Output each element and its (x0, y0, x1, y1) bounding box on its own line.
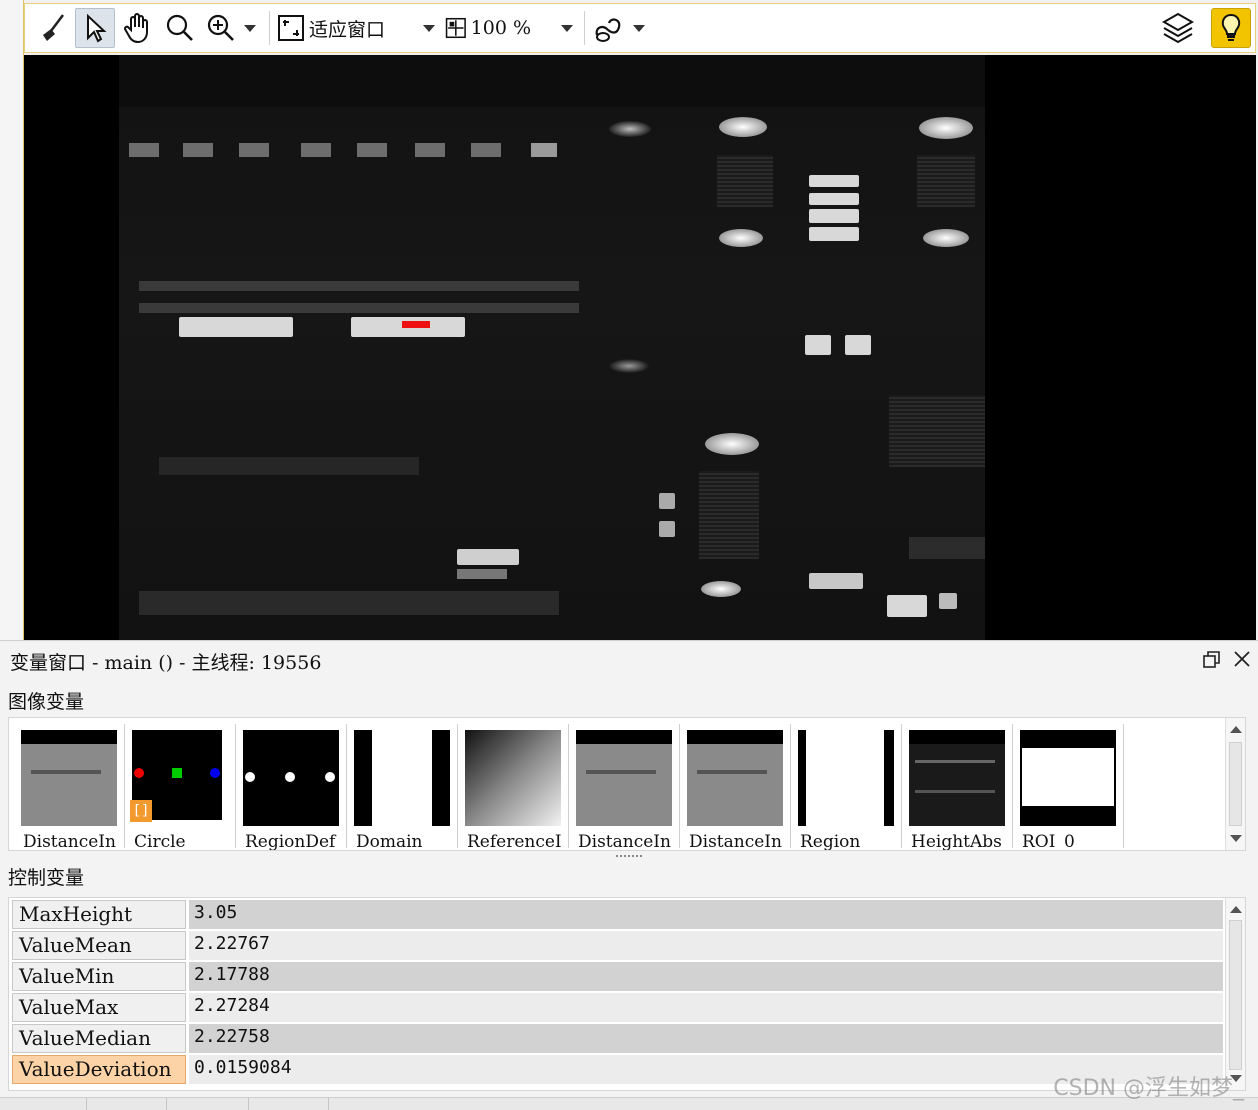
image-var-thumb[interactable]: DistanceIn (683, 724, 791, 851)
left-dock-strip (0, 0, 24, 640)
toolbar-divider (584, 11, 585, 45)
image-var-label: RegionDef (245, 832, 336, 851)
zoom-in-button[interactable] (203, 8, 259, 48)
thumbnail-image (354, 730, 450, 826)
hint-bulb-button[interactable] (1211, 8, 1251, 48)
layers-icon (1161, 12, 1195, 44)
hand-icon (124, 13, 148, 44)
table-row[interactable]: ValueMax 2.27284 (9, 991, 1225, 1022)
graphics-window-canvas[interactable] (24, 55, 1256, 640)
image-vars-scrollbar[interactable] (1225, 718, 1245, 850)
image-var-thumb[interactable]: HeightAbs (905, 724, 1013, 851)
image-var-thumb[interactable]: DistanceIn (572, 724, 680, 851)
image-var-thumb[interactable]: [] Circle (128, 724, 236, 851)
image-var-label: ReferenceI (467, 832, 562, 851)
image-var-label: HeightAbs (911, 832, 1002, 851)
chevron-down-icon (633, 24, 645, 32)
control-vars-table: MaxHeight 3.05 ValueMean 2.22767 ValueMi… (8, 897, 1246, 1091)
image-var-thumb[interactable]: ROI_0 (1016, 724, 1124, 851)
clear-broom-button[interactable] (35, 8, 71, 48)
chevron-down-icon (244, 24, 256, 32)
image-var-thumb[interactable]: DistanceIn (17, 724, 125, 851)
image-var-label: DistanceIn (23, 832, 116, 851)
chevron-down-icon (423, 24, 436, 32)
var-name[interactable]: ValueDeviation (12, 1055, 186, 1084)
zoom-factor-icon (445, 17, 466, 39)
pointer-icon (87, 13, 107, 43)
watermark: CSDN @浮生如梦_ (1053, 1076, 1244, 1101)
bottom-tab[interactable] (86, 1098, 166, 1110)
table-row-selected[interactable]: ValueDeviation 0.0159084 (9, 1053, 1225, 1084)
var-value[interactable]: 2.22758 (189, 1024, 1223, 1053)
image-var-label: Region (800, 832, 861, 851)
lightbulb-icon (1221, 13, 1241, 41)
var-value[interactable]: 3.05 (189, 900, 1223, 929)
thumbnail-image (687, 730, 783, 826)
image-var-thumb[interactable]: Domain (350, 724, 458, 851)
layers-button[interactable] (1161, 10, 1195, 50)
close-icon[interactable] (1232, 649, 1252, 669)
table-row[interactable]: ValueMean 2.22767 (9, 929, 1225, 960)
pan-hand-button[interactable] (119, 8, 157, 48)
height-image-pcb (119, 55, 985, 640)
scroll-down-icon[interactable] (1230, 835, 1242, 842)
scroll-up-icon[interactable] (1230, 906, 1242, 913)
var-name[interactable]: MaxHeight (12, 900, 186, 929)
control-vars-scrollbar[interactable] (1225, 898, 1245, 1090)
bottom-tab[interactable] (166, 1098, 246, 1110)
splitter-grip[interactable] (616, 855, 642, 858)
table-row[interactable]: ValueMin 2.17788 (9, 960, 1225, 991)
var-name[interactable]: ValueMedian (12, 1024, 186, 1053)
bottom-tab[interactable] (248, 1098, 328, 1110)
image-var-label: Circle (134, 832, 186, 851)
freehand-shape-icon (595, 18, 621, 42)
image-var-thumb[interactable]: RegionDef (239, 724, 347, 851)
image-var-label: DistanceIn (689, 832, 782, 851)
bottom-tab[interactable] (328, 1098, 408, 1110)
graphics-toolbar: 适应窗口 100 % (24, 3, 1256, 53)
broom-icon (43, 14, 64, 41)
image-var-label: Domain (356, 832, 423, 851)
window-controls (1202, 649, 1252, 669)
variables-window: 变量窗口 - main () - 主线程: 19556 图像变量 Distanc… (0, 640, 1258, 1110)
region-marker-icon: [] (130, 800, 152, 822)
float-window-icon[interactable] (1202, 649, 1222, 669)
zoom-in-icon (207, 14, 234, 41)
thumbnail-image (21, 730, 117, 826)
fit-window-icon (278, 15, 304, 41)
image-var-label: DistanceIn (578, 832, 671, 851)
var-name[interactable]: ValueMax (12, 993, 186, 1022)
control-vars-section-label: 控制变量 (8, 867, 85, 889)
select-pointer-button[interactable] (75, 8, 115, 48)
zoom-level-dropdown[interactable]: 100 % (444, 8, 574, 48)
thumbnail-image (465, 730, 561, 826)
fit-window-label: 适应窗口 (309, 18, 386, 41)
zoom-level-label: 100 % (470, 17, 531, 39)
table-row[interactable]: ValueMedian 2.22758 (9, 1022, 1225, 1053)
magnify-button[interactable] (161, 8, 199, 48)
var-name[interactable]: ValueMean (12, 931, 186, 960)
thumbnail-image (576, 730, 672, 826)
var-value[interactable]: 2.27284 (189, 993, 1223, 1022)
table-row[interactable]: MaxHeight 3.05 (9, 898, 1225, 929)
fit-window-dropdown[interactable]: 适应窗口 (276, 8, 440, 48)
var-value[interactable]: 2.22767 (189, 931, 1223, 960)
thumbnail-image (1020, 730, 1116, 826)
magnifier-icon (166, 14, 193, 41)
scroll-up-icon[interactable] (1230, 726, 1242, 733)
image-var-thumb[interactable]: Region (794, 724, 902, 851)
thumbnail-image (909, 730, 1005, 826)
image-var-label: ROI_0 (1022, 832, 1075, 851)
image-var-thumb[interactable]: ReferenceI (461, 724, 569, 851)
chevron-down-icon (561, 24, 573, 32)
image-vars-section-label: 图像变量 (8, 691, 85, 713)
thumbnail-image (798, 730, 894, 826)
region-shape-dropdown[interactable] (591, 8, 647, 48)
toolbar-divider (269, 11, 270, 45)
image-vars-list: DistanceIn [] Circle RegionDef Domain Re… (8, 717, 1246, 851)
var-name[interactable]: ValueMin (12, 962, 186, 991)
variables-window-title: 变量窗口 - main () - 主线程: 19556 (10, 652, 322, 674)
var-value[interactable]: 2.17788 (189, 962, 1223, 991)
thumbnail-image (243, 730, 339, 826)
